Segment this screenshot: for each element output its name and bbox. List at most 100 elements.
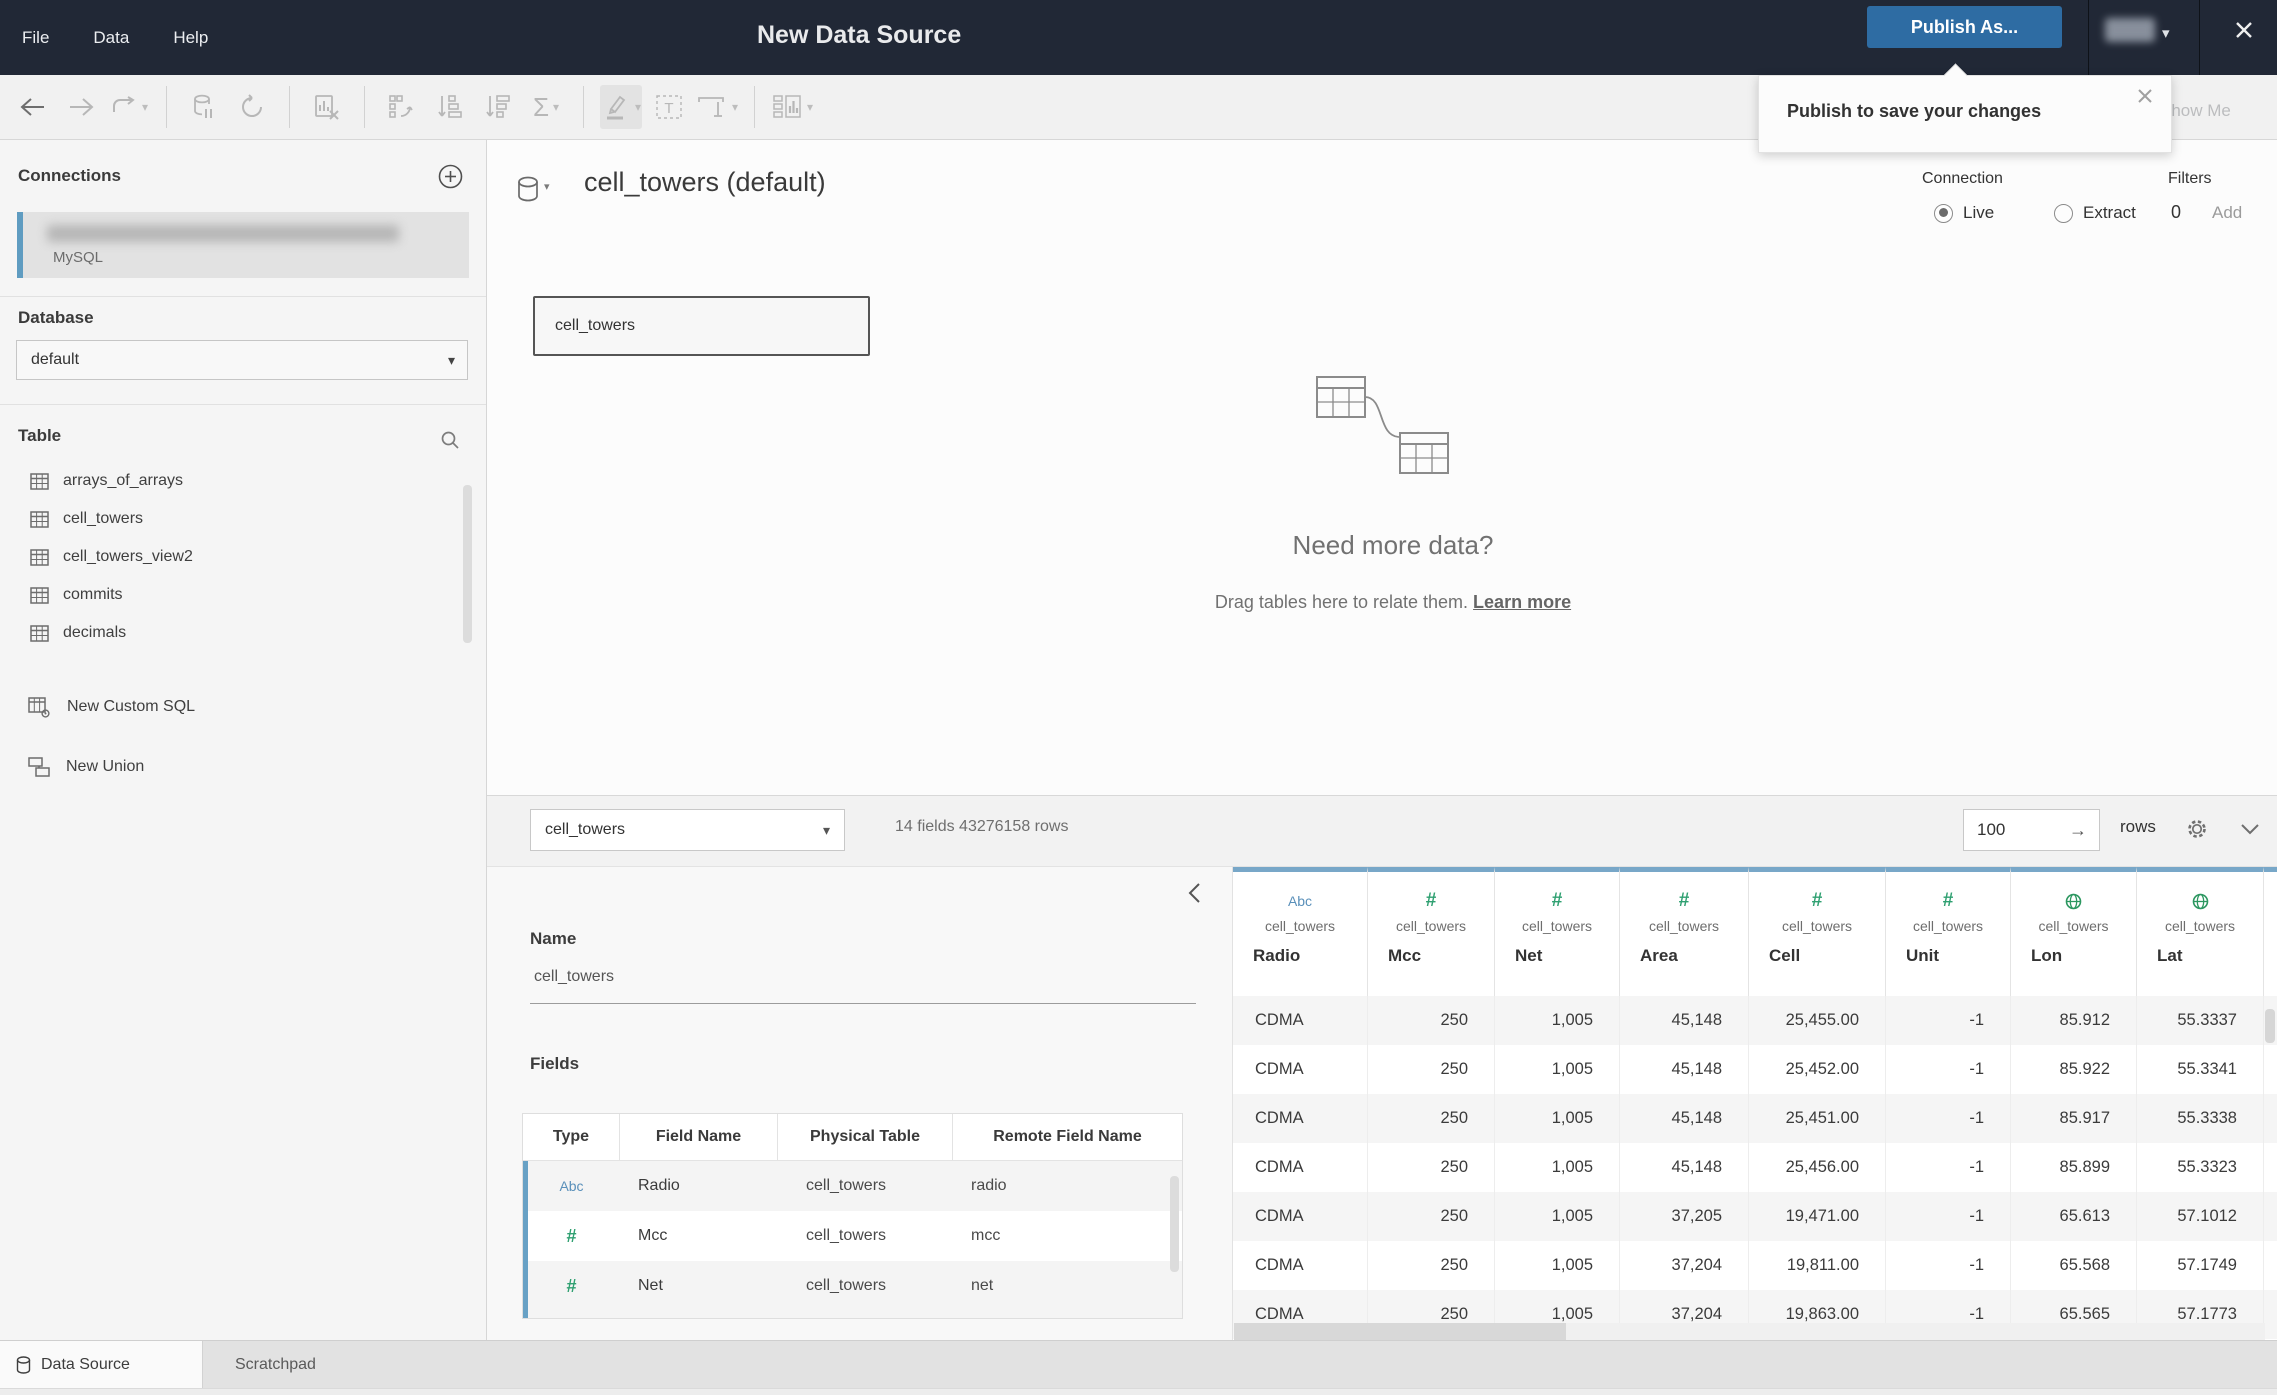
new-union-button[interactable]: New Union (0, 746, 458, 788)
filters-add-button[interactable]: Add (2212, 203, 2242, 223)
field-row[interactable]: # Mcc cell_towers mcc (523, 1211, 1182, 1261)
add-connection-button[interactable] (438, 164, 463, 189)
publish-as-button[interactable]: Publish As... (1867, 6, 2062, 48)
column-header-physical-table[interactable]: Physical Table (778, 1114, 953, 1160)
status-strip (0, 1388, 2277, 1395)
globe-icon (2192, 888, 2209, 914)
close-icon (2236, 22, 2252, 38)
column-header-field-name[interactable]: Field Name (620, 1114, 778, 1160)
table-node-cell-towers[interactable]: cell_towers (533, 296, 870, 356)
show-hide-cards-button[interactable]: ▾ (771, 85, 813, 129)
undo-button[interactable] (12, 85, 54, 129)
sidebar-table-item[interactable]: decimals (0, 614, 460, 652)
field-row-accent (523, 1311, 528, 1318)
highlight-caret-icon[interactable]: ▾ (635, 100, 641, 114)
grid-column-header[interactable]: cell_towers Lat (2137, 867, 2264, 996)
grid-cell: -1 (1886, 1094, 2011, 1143)
fit-caret-icon[interactable]: ▾ (732, 100, 738, 114)
grid-column-name: Unit (1906, 946, 1940, 965)
column-header-remote-field-name[interactable]: Remote Field Name (953, 1114, 1182, 1160)
grid-column-name: Cell (1769, 946, 1801, 965)
highlight-button[interactable]: ▾ (600, 85, 642, 129)
window-close-button[interactable] (2230, 16, 2258, 44)
extract-radio[interactable]: Extract (2044, 203, 2136, 223)
sidebar-scrollbar-thumb[interactable] (463, 485, 472, 643)
grid-settings-button[interactable] (2185, 817, 2209, 841)
redo-button[interactable] (60, 85, 102, 129)
clear-sheet-button[interactable] (306, 85, 348, 129)
sort-ascending-button[interactable] (429, 85, 471, 129)
menu-help[interactable]: Help (173, 28, 208, 48)
replay-caret-icon[interactable]: ▾ (142, 100, 148, 114)
grid-vertical-scrollbar-thumb[interactable] (2265, 1009, 2275, 1043)
column-header-type[interactable]: Type (523, 1114, 620, 1160)
replay-button[interactable]: ▾ (108, 85, 150, 129)
text-annotation-button[interactable]: T (648, 85, 690, 129)
divider (0, 296, 486, 297)
grid-column-header[interactable]: # cell_towers Cell (1749, 867, 1886, 996)
cards-caret-icon[interactable]: ▾ (807, 100, 813, 114)
grid-cell: 250 (1368, 1094, 1495, 1143)
grid-column-header[interactable]: # cell_towers Net (1495, 867, 1620, 996)
collapse-metadata-button[interactable] (1186, 881, 1202, 905)
grid-column-table-label: cell_towers (1912, 918, 1984, 934)
grid-horizontal-scrollbar-thumb[interactable] (1234, 1323, 1566, 1341)
globe-icon (2065, 893, 2082, 909)
sidebar-table-item[interactable]: arrays_of_arrays (0, 462, 460, 500)
database-select[interactable]: default ▾ (16, 340, 468, 380)
connection-item[interactable]: MySQL (17, 212, 469, 278)
globe-icon (2065, 888, 2082, 914)
sidebar-table-item[interactable]: cell_towers (0, 500, 460, 538)
datasource-menu-button[interactable]: ▾ (517, 176, 550, 204)
abc-icon: Abc (1287, 893, 1313, 909)
sidebar-table-item[interactable]: commits (0, 576, 460, 614)
apply-rows-arrow-icon[interactable]: → (2069, 820, 2087, 841)
sidebar-table-item[interactable]: cell_towers_view2 (0, 538, 460, 576)
chevron-down-icon: ▾ (822, 821, 830, 838)
grid-table-select[interactable]: cell_towers ▾ (530, 809, 845, 851)
menu-file[interactable]: File (22, 28, 49, 48)
grid-column-header[interactable]: # cell_towers Mcc (1368, 867, 1495, 996)
user-avatar[interactable] (2105, 18, 2155, 42)
new-custom-sql-button[interactable]: New Custom SQL (0, 686, 458, 728)
pause-updates-button[interactable] (183, 85, 225, 129)
grid-options-button[interactable] (2240, 823, 2260, 836)
tooltip-close-button[interactable] (2135, 86, 2155, 106)
menubar: File Data Help (22, 0, 208, 75)
tableau-new-data-source-window: File Data Help New Data Source Publish A… (0, 0, 2277, 1395)
grid-column-header[interactable]: # cell_towers Area (1620, 867, 1749, 996)
fit-selector-button[interactable]: ▾ (696, 85, 738, 129)
grid-horizontal-scrollbar[interactable] (1234, 1323, 2265, 1341)
grid-cell: 1,005 (1495, 1094, 1620, 1143)
name-input[interactable]: cell_towers (534, 968, 614, 986)
user-menu-caret-icon[interactable]: ▾ (2162, 24, 2170, 42)
live-radio[interactable]: Live (1924, 203, 1994, 223)
grid-column-header[interactable]: # cell_towers Unit (1886, 867, 2011, 996)
data-preview-grid: Abc cell_towers Radio # cell_towers Mcc # cell_… (1232, 867, 2277, 1341)
menu-data[interactable]: Data (93, 28, 129, 48)
table-search-button[interactable] (440, 430, 460, 450)
refresh-button[interactable] (231, 85, 273, 129)
grid-column-header[interactable]: cell_towers Lon (2011, 867, 2137, 996)
row-count-input[interactable]: 100 → (1963, 809, 2100, 851)
field-row[interactable]: Abc Radio cell_towers radio (523, 1161, 1182, 1211)
fields-scrollbar-thumb[interactable] (1170, 1176, 1179, 1272)
grid-cell: 1,005 (1495, 1241, 1620, 1290)
learn-more-link[interactable]: Learn more (1473, 592, 1571, 612)
tab-data-source[interactable]: Data Source (0, 1341, 203, 1389)
grid-cell: CDMA (1233, 996, 1368, 1045)
grid-cell: -1 (1886, 1045, 2011, 1094)
tab-scratchpad[interactable]: Scratchpad (235, 1341, 316, 1389)
number-icon: # (1551, 890, 1563, 911)
grid-cell: 85.899 (2011, 1143, 2137, 1192)
grid-column-header[interactable]: Abc cell_towers Radio (1233, 867, 1368, 996)
totals-caret-icon[interactable]: ▾ (553, 100, 559, 114)
field-row[interactable]: # Net cell_towers net (523, 1261, 1182, 1311)
field-name-cell: Mcc (638, 1227, 668, 1244)
divider (0, 404, 486, 405)
swap-rows-columns-button[interactable] (381, 85, 423, 129)
totals-button[interactable]: Σ ▾ (525, 85, 567, 129)
sort-descending-button[interactable] (477, 85, 519, 129)
grid-row: CDMA 250 1,005 45,148 25,455.00 -1 85.912 55.33… (1233, 996, 2277, 1045)
grid-column-table-label: cell_towers (1264, 918, 1336, 934)
